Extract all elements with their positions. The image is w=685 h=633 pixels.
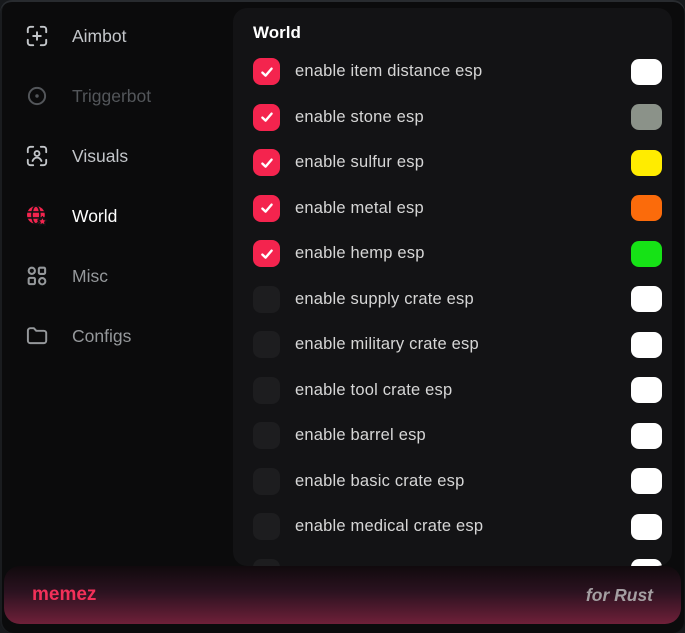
checkbox-unchecked[interactable] — [253, 286, 280, 313]
color-swatch[interactable] — [631, 332, 662, 358]
sidebar-item-configs[interactable]: Configs — [0, 306, 233, 366]
panel-title: World — [233, 21, 672, 49]
color-swatch[interactable] — [631, 514, 662, 540]
sidebar-item-label: Aimbot — [72, 26, 126, 47]
world-globe-star-icon — [24, 203, 50, 229]
esp-option-label: enable stone esp — [295, 108, 424, 127]
color-swatch[interactable] — [631, 195, 662, 221]
checkbox-checked[interactable] — [253, 58, 280, 85]
configs-folder-icon — [24, 323, 50, 349]
esp-row: enable item distance esp — [233, 49, 672, 95]
checkbox-checked[interactable] — [253, 104, 280, 131]
cheat-menu-window: AimbotTriggerbotVisualsWorldMiscConfigs … — [0, 0, 685, 633]
sidebar: Aimbot Triggerbot Visuals World Misc Configs — [0, 6, 233, 366]
esp-row: enable metal esp — [233, 186, 672, 232]
esp-row: enable barrel esp — [233, 413, 672, 459]
color-swatch[interactable] — [631, 104, 662, 130]
esp-row: enable military crate esp — [233, 322, 672, 368]
brand-logo-text: memez — [32, 584, 96, 606]
checkbox-unchecked[interactable] — [253, 377, 280, 404]
color-swatch[interactable] — [631, 286, 662, 312]
esp-option-label: enable military crate esp — [295, 335, 479, 354]
footer-bar: memez for Rust — [4, 566, 681, 624]
sidebar-item-visuals[interactable]: Visuals — [0, 126, 233, 186]
esp-options-list: enable item distance esp enable stone esp… — [233, 49, 672, 566]
checkbox-unchecked[interactable] — [253, 468, 280, 495]
esp-option-label: enable basic crate esp — [295, 472, 465, 491]
edition-label: for Rust — [586, 585, 653, 606]
esp-option-label: enable metal esp — [295, 199, 424, 218]
esp-row: enable supply crate esp — [233, 277, 672, 323]
aimbot-crosshair-icon — [24, 23, 50, 49]
sidebar-item-label: Misc — [72, 266, 108, 287]
checkbox-unchecked[interactable] — [253, 513, 280, 540]
checkbox-checked[interactable] — [253, 149, 280, 176]
sidebar-item-label: Configs — [72, 326, 131, 347]
esp-option-label: enable barrel esp — [295, 426, 426, 445]
color-swatch[interactable] — [631, 559, 662, 566]
misc-shapes-icon — [24, 263, 50, 289]
esp-row: enable basic crate esp — [233, 459, 672, 505]
visuals-player-scan-icon — [24, 143, 50, 169]
color-swatch[interactable] — [631, 423, 662, 449]
triggerbot-target-icon — [24, 83, 50, 109]
esp-row: enable stone esp — [233, 95, 672, 141]
esp-row: enable tool crate esp — [233, 368, 672, 414]
color-swatch[interactable] — [631, 150, 662, 176]
sidebar-item-label: Visuals — [72, 146, 128, 167]
esp-option-label: enable sulfur esp — [295, 153, 424, 172]
checkbox-unchecked[interactable] — [253, 331, 280, 358]
sidebar-item-aimbot[interactable]: Aimbot — [0, 6, 233, 66]
checkbox-unchecked[interactable] — [253, 422, 280, 449]
esp-option-label: enable supply crate esp — [295, 290, 474, 309]
sidebar-item-triggerbot[interactable]: Triggerbot — [0, 66, 233, 126]
sidebar-item-misc[interactable]: Misc — [0, 246, 233, 306]
color-swatch[interactable] — [631, 241, 662, 267]
checkbox-checked[interactable] — [253, 240, 280, 267]
esp-option-label: enable item distance esp — [295, 62, 482, 81]
esp-option-label: enable medical crate esp — [295, 517, 483, 536]
esp-row: enable medical crate esp — [233, 504, 672, 550]
sidebar-item-label: Triggerbot — [72, 86, 151, 107]
esp-option-label: enable hemp esp — [295, 244, 425, 263]
esp-row — [233, 550, 672, 567]
color-swatch[interactable] — [631, 468, 662, 494]
sidebar-item-world[interactable]: World — [0, 186, 233, 246]
color-swatch[interactable] — [631, 59, 662, 85]
color-swatch[interactable] — [631, 377, 662, 403]
esp-option-label: enable tool crate esp — [295, 381, 452, 400]
world-settings-panel: World enable item distance esp enable sto… — [233, 8, 672, 566]
esp-row: enable hemp esp — [233, 231, 672, 277]
esp-row: enable sulfur esp — [233, 140, 672, 186]
sidebar-item-label: World — [72, 206, 117, 227]
checkbox-unchecked[interactable] — [253, 559, 280, 566]
checkbox-checked[interactable] — [253, 195, 280, 222]
